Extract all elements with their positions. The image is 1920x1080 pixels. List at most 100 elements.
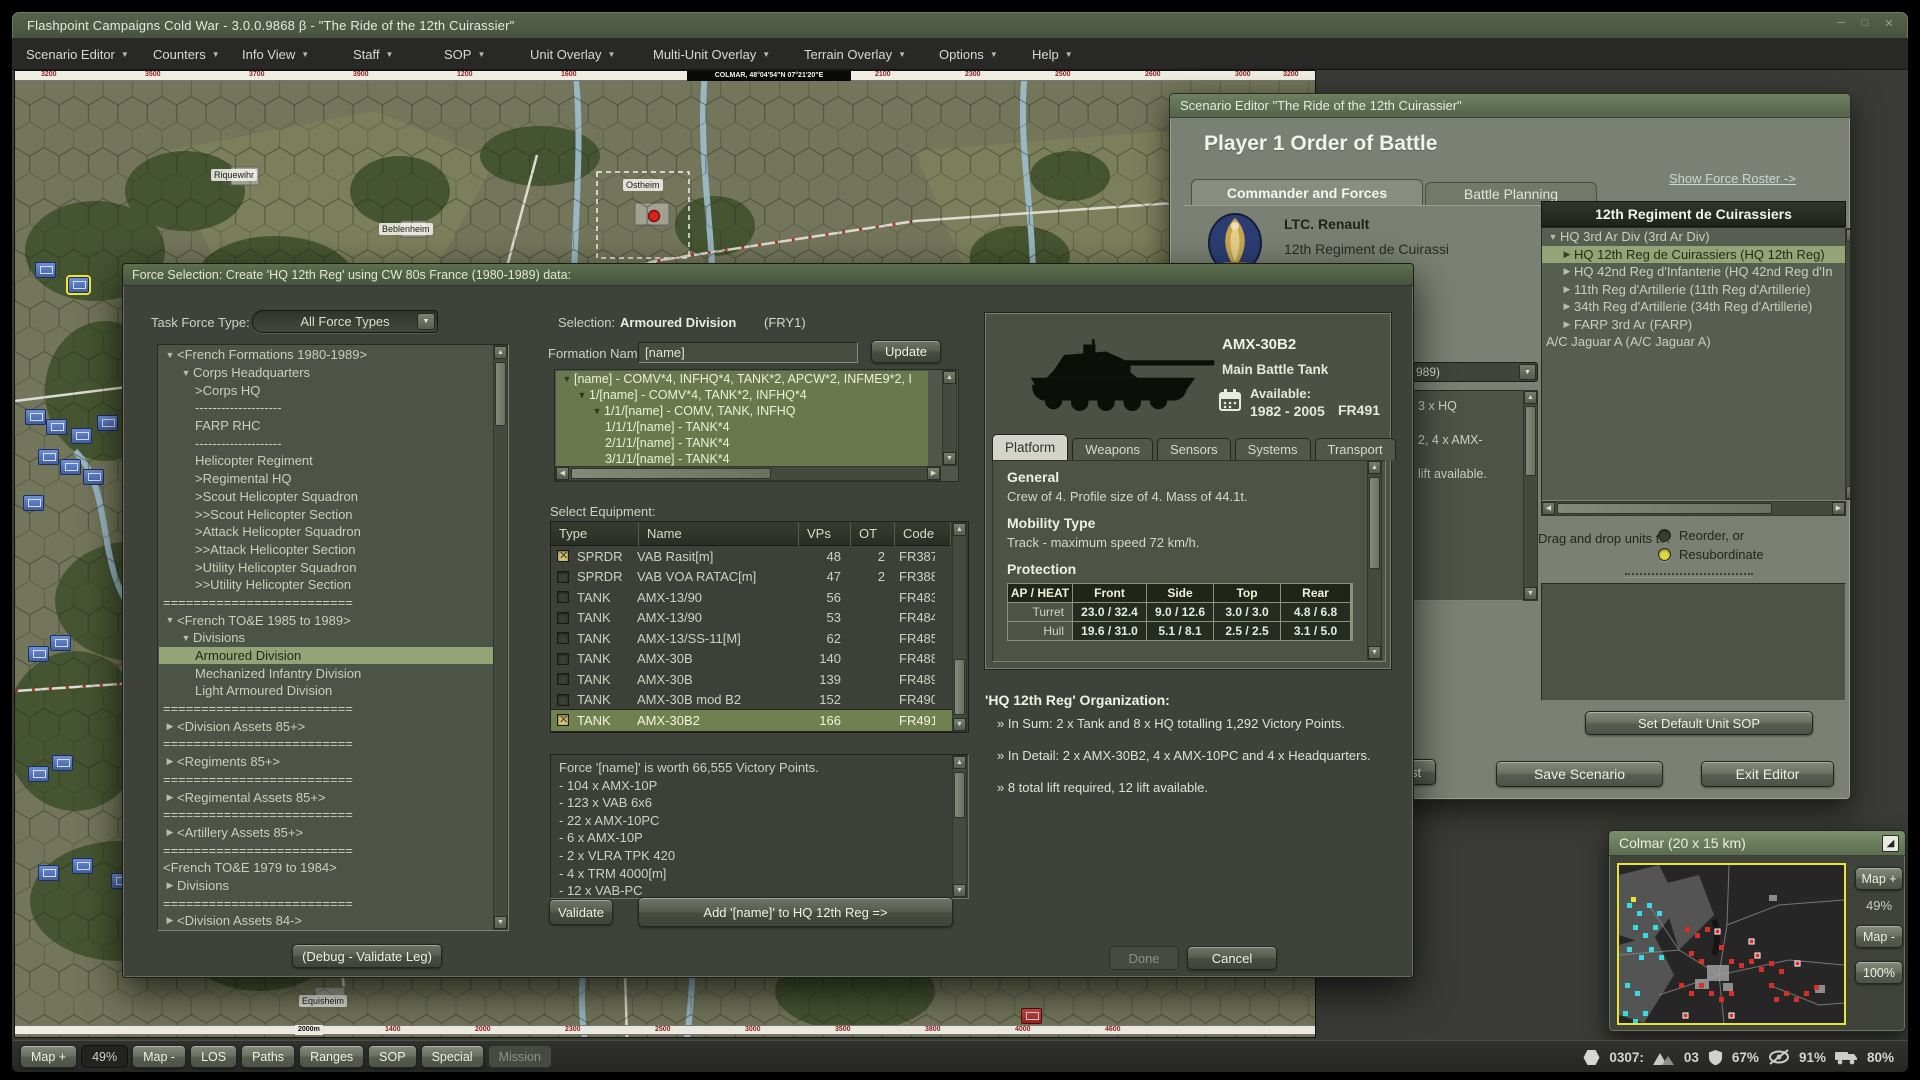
equipment-row[interactable]: SPRDRVAB Rasit[m]482FR387 [551,546,953,567]
statusbar-paths-button[interactable]: Paths [241,1045,295,1068]
menu-info-view[interactable]: Info View▼ [236,38,315,70]
unit-tab-platform[interactable]: Platform [992,434,1068,460]
tree-item[interactable]: ▶FARP 3rd Ar (FARP) [1542,316,1845,334]
scroll-down-icon[interactable]: ▼ [953,884,966,897]
friendly-counter[interactable] [35,262,56,278]
chevron-expanded-icon[interactable]: ▼ [179,368,193,378]
chevron-expanded-icon[interactable]: ▼ [179,633,193,643]
column-header-vps[interactable]: VPs [799,522,851,546]
tree-item[interactable]: ▼<French TO&E 1985 to 1989> [159,611,494,629]
formation-catalog-tree[interactable]: ▼<French Formations 1980-1989>▼Corps Hea… [157,344,509,931]
equipment-row[interactable]: SPRDRVAB VOA RATAC[m]472FR388 [551,567,953,588]
checkbox-unchecked[interactable] [557,694,569,706]
tree-item[interactable]: ▼1/[name] - COMV*4, TANK*2, INFHQ*4 [556,387,928,403]
friendly-counter[interactable] [72,858,93,874]
tab-commander-and-forces[interactable]: Commander and Forces [1191,179,1423,205]
friendly-counter[interactable] [23,495,44,511]
friendly-counter[interactable] [38,449,59,465]
formation-tree-hscrollbar[interactable]: ◀ ▶ [555,466,941,481]
scroll-up-icon[interactable]: ▲ [1368,461,1381,474]
chevron-down-icon[interactable]: ▼ [1519,364,1536,380]
formation-name-input[interactable]: [name] [638,342,858,363]
tree-item[interactable]: ▶<Regiments 85+> [159,753,494,771]
tree-item[interactable]: 3/1/1/[name] - TANK*4 [556,451,928,467]
minimize-icon[interactable]: ─ [1833,17,1849,30]
tree-item[interactable]: ========================= [159,700,494,718]
chevron-collapsed-icon[interactable]: ▶ [1560,301,1574,312]
tree-item[interactable]: ========================= [159,771,494,789]
tree-item[interactable]: ▶HQ 12th Reg de Cuirassiers (HQ 12th Reg… [1542,246,1845,264]
validate-button[interactable]: Validate [549,899,613,925]
column-header-ot[interactable]: OT [851,522,895,546]
debug-validate-leg-button[interactable]: (Debug - Validate Leg) [292,944,442,968]
tree-item[interactable]: -------------------- [159,399,494,417]
tree-item[interactable]: ▶<Artillery Assets 85+> [159,824,494,842]
friendly-counter[interactable] [83,469,104,485]
scroll-down-icon[interactable]: ▼ [494,916,507,929]
statusbar-map--button[interactable]: Map - [132,1045,186,1068]
chevron-collapsed-icon[interactable]: ▶ [163,880,177,891]
menu-counters[interactable]: Counters▼ [147,38,226,70]
tree-item[interactable]: ▶<Division Assets 85+> [159,717,494,735]
equipment-row[interactable]: TANKAMX-30B mod B2152FR490 [551,690,953,711]
tree-item[interactable]: ▶11th Reg d'Artillerie (11th Reg d'Artil… [1542,281,1845,299]
chevron-expanded-icon[interactable]: ▼ [560,374,574,384]
tree-item[interactable]: >Attack Helicopter Squadron [159,523,494,541]
chevron-collapsed-icon[interactable]: ▶ [1560,266,1574,277]
friendly-counter[interactable] [28,646,49,662]
tree-item[interactable]: Light Armoured Division [159,682,494,700]
force-summary-scrollbar[interactable]: ▲ ▼ [952,755,967,898]
force-summary-box[interactable]: Force '[name]' is worth 66,555 Victory P… [550,754,969,899]
equipment-row[interactable]: TANKAMX-13/SS-11[M]62FR485 [551,628,953,649]
tree-item[interactable]: >Utility Helicopter Squadron [159,558,494,576]
scroll-left-icon[interactable]: ◀ [556,467,569,480]
covered-dropdown-fragment[interactable]: 989) ▼ [1410,362,1538,382]
maximize-icon[interactable]: □ [1857,17,1873,30]
scroll-thumb[interactable] [954,659,965,715]
menu-options[interactable]: Options▼ [933,38,1004,70]
tree-item[interactable]: ▼Divisions [159,629,494,647]
chevron-expanded-icon[interactable]: ▼ [163,615,177,625]
checkbox-unchecked[interactable] [557,571,569,583]
menu-unit-overlay[interactable]: Unit Overlay▼ [524,38,621,70]
tree-item[interactable]: Armoured Division [159,647,494,665]
chevron-expanded-icon[interactable]: ▼ [590,406,604,416]
friendly-counter[interactable] [38,865,59,881]
tree-item[interactable]: FARP RHC [159,417,494,435]
catalog-scrollbar[interactable]: ▲ ▼ [493,345,508,930]
tree-item[interactable]: >>Scout Helicopter Section [159,505,494,523]
equipment-row[interactable]: TANKAMX-30B2166FR491 [551,710,953,731]
tree-item[interactable]: ▼1/1/[name] - COMV, TANK, INFHQ [556,403,928,419]
chevron-collapsed-icon[interactable]: ▶ [163,756,177,767]
tree-item[interactable]: -------------------- [159,434,494,452]
tree-item[interactable]: ▶34th Reg d'Artillerie (34th Reg d'Artil… [1542,298,1845,316]
unit-tab-weapons[interactable]: Weapons [1072,438,1153,460]
scroll-down-icon[interactable]: ▼ [953,718,966,731]
tree-item[interactable]: ▶HQ 42nd Reg d'Infanterie (HQ 42nd Reg d… [1542,263,1845,281]
tree-item[interactable]: ========================= [159,806,494,824]
minimap-full-zoom-button[interactable]: 100% [1855,961,1903,984]
unit-tab-transport[interactable]: Transport [1315,438,1396,460]
statusbar-ranges-button[interactable]: Ranges [299,1045,364,1068]
scroll-down-icon[interactable]: ▼ [1524,587,1537,600]
chevron-collapsed-icon[interactable]: ▶ [163,721,177,732]
chevron-expanded-icon[interactable]: ▼ [575,390,589,400]
friendly-counter[interactable] [46,419,67,435]
friendly-counter[interactable] [68,277,89,293]
chevron-expanded-icon[interactable]: ▼ [1546,232,1560,242]
unit-content-scrollbar[interactable]: ▲ ▼ [1367,460,1382,660]
equipment-scrollbar[interactable]: ▲ ▼ [952,522,967,732]
tree-item[interactable]: ▶<Division Assets 84-> [159,912,494,930]
friendly-counter[interactable] [28,766,49,782]
scroll-thumb[interactable] [1557,503,1772,514]
scroll-left-icon[interactable]: ◀ [1542,502,1555,515]
statusbar-los-button[interactable]: LOS [190,1045,237,1068]
scroll-down-icon[interactable]: ▼ [943,452,956,465]
chevron-collapsed-icon[interactable]: ▶ [1560,319,1574,330]
chevron-collapsed-icon[interactable]: ▶ [1560,284,1574,295]
menu-help[interactable]: Help▼ [1026,38,1079,70]
resubordinate-radio[interactable] [1658,548,1671,561]
tree-item[interactable]: 1/1/1/[name] - TANK*4 [556,419,928,435]
scroll-right-icon[interactable]: ▶ [1832,502,1845,515]
scroll-up-icon[interactable]: ▲ [943,371,956,384]
